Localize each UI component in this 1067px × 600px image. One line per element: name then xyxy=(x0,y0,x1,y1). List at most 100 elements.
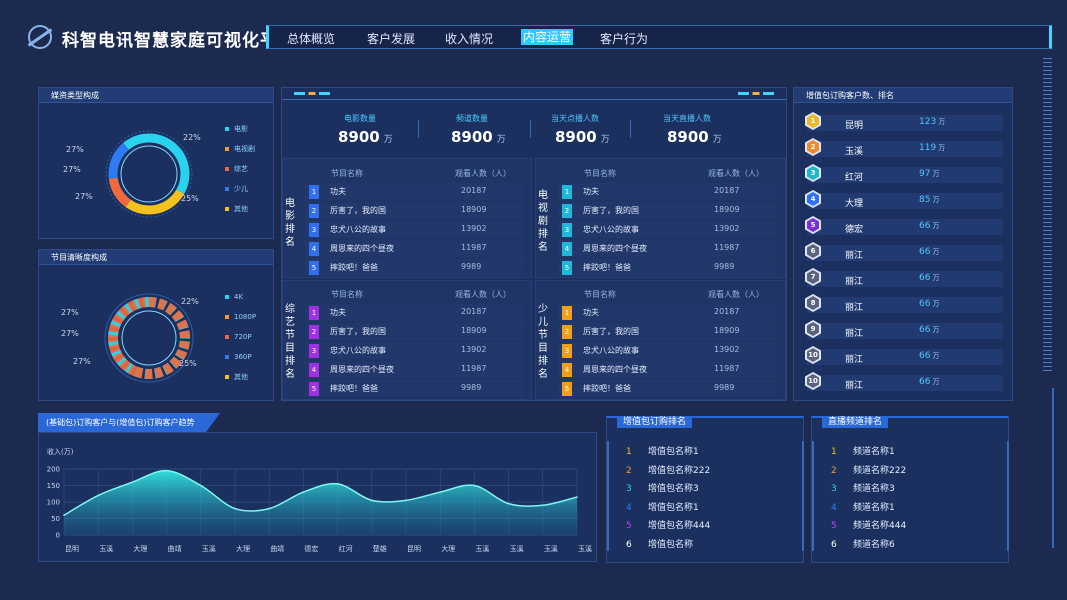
content-ranking-panel: 电影数量 8900 万 频道数量 8900 万 当天点播人数 8900 万 当天直播人… xyxy=(281,87,787,401)
table-row[interactable]: 5 摔跤吧！爸爸 9989 xyxy=(305,259,523,276)
variety-rank-block: 综艺节目排名 节目名称 观看人数（人） 1 功夫 20187 2 厉害了，我的国 189… xyxy=(282,280,532,400)
column-header: 观看人数（人） xyxy=(455,290,511,299)
legend-item: 少儿 xyxy=(225,184,248,194)
vip-rank-row[interactable]: 2 玉溪 119 万 xyxy=(805,138,1003,157)
legend-item: 其他 xyxy=(225,204,248,214)
nav-item-customer-behavior[interactable]: 客户行为 xyxy=(600,30,648,47)
panel-title: 增值包订购客户数、排名 xyxy=(794,88,1012,103)
list-item[interactable]: 5 增值包名称444 xyxy=(626,518,710,531)
table-row[interactable]: 3 忠犬八公的故事 13902 xyxy=(305,221,523,238)
vip-rank-row[interactable]: 6 丽江 66 万 xyxy=(805,242,1003,261)
subscriber-count: 66 万 xyxy=(919,273,940,283)
vip-rank-row[interactable]: 10 丽江 66 万 xyxy=(805,372,1003,391)
x-tick-label: 玉溪 xyxy=(578,544,592,553)
data-point xyxy=(268,507,270,510)
list-item[interactable]: 6 频道名称6 xyxy=(831,537,895,550)
list-item[interactable]: 5 频道名称444 xyxy=(831,518,906,531)
list-item[interactable]: 2 增值包名称222 xyxy=(626,463,710,476)
top-nav: 总体概览 客户发展 收入情况 内容运营 客户行为 xyxy=(266,25,1052,49)
rank-badge-icon: 5 xyxy=(805,216,821,234)
legend-item: 360P xyxy=(225,353,252,361)
nav-item-content-ops[interactable]: 内容运营 xyxy=(521,29,574,45)
list-item[interactable]: 3 频道名称3 xyxy=(831,481,895,494)
table-row[interactable]: 1 功夫 20187 xyxy=(558,183,776,200)
x-tick-label: 昆明 xyxy=(407,545,421,553)
vip-rank-row[interactable]: 5 德宏 66 万 xyxy=(805,216,1003,235)
vip-rank-row[interactable]: 7 丽江 66 万 xyxy=(805,268,1003,287)
column-header: 观看人数（人） xyxy=(455,169,511,178)
kpi-label: 当天点播人数 xyxy=(551,114,599,123)
vip-rank-row[interactable]: 4 大理 85 万 xyxy=(805,190,1003,209)
x-tick-label: 玉溪 xyxy=(510,544,524,553)
panel-title: 直播频道排名 xyxy=(822,416,889,428)
trend-area-chart: 0 50 100 150 200 昆明 玉溪 大理 曲靖 玉溪 大理 曲靖 德宏 红河 楚雄 昆明 大理 玉溪 玉溪… xyxy=(47,466,592,554)
table-row[interactable]: 2 厉害了，我的国 18909 xyxy=(558,323,776,340)
kpi-value: 8900 万 xyxy=(338,128,393,146)
subscriber-count: 66 万 xyxy=(919,351,940,361)
table-row[interactable]: 3 忠犬八公的故事 13902 xyxy=(558,342,776,359)
table-row[interactable]: 3 忠犬八公的故事 13902 xyxy=(558,221,776,238)
column-header: 节目名称 xyxy=(331,290,363,299)
data-point xyxy=(97,494,99,497)
nav-item-customer-growth[interactable]: 客户发展 xyxy=(367,30,415,47)
table-row[interactable]: 1 功夫 20187 xyxy=(305,304,523,321)
city-name: 玉溪 xyxy=(845,147,864,157)
data-point xyxy=(473,484,476,487)
table-row[interactable]: 3 忠犬八公的故事 13902 xyxy=(305,342,523,359)
column-header: 节目名称 xyxy=(331,169,363,178)
data-point xyxy=(63,514,65,516)
city-name: 丽江 xyxy=(845,329,864,339)
table-row[interactable]: 4 周恩来的四个昼夜 11987 xyxy=(305,361,523,378)
legend-item: 电视剧 xyxy=(225,144,255,154)
platform-logo-icon xyxy=(28,25,52,49)
table-row[interactable]: 4 周恩来的四个昼夜 11987 xyxy=(558,361,776,378)
table-row[interactable]: 1 功夫 20187 xyxy=(305,183,523,200)
table-row[interactable]: 5 摔跤吧！爸爸 9989 xyxy=(305,380,523,397)
data-point xyxy=(576,496,578,498)
table-row[interactable]: 2 厉害了，我的国 18909 xyxy=(305,323,523,340)
resolution-panel: 节目清晰度构成 22% 27% 27% 27% 25% 4K 1080P 720… xyxy=(38,249,274,401)
list-item[interactable]: 4 频道名称1 xyxy=(831,500,895,513)
city-name: 德宏 xyxy=(845,225,864,235)
subscriber-count: 66 万 xyxy=(919,299,940,309)
subscriber-count: 123 万 xyxy=(919,117,946,127)
city-name: 丽江 xyxy=(845,251,864,261)
vip-rank-row[interactable]: 10 丽江 66 万 xyxy=(805,346,1003,365)
data-point xyxy=(234,507,236,510)
list-item[interactable]: 6 增值包名称 xyxy=(626,537,693,550)
y-tick-label: 50 xyxy=(51,515,60,523)
table-row[interactable]: 2 厉害了，我的国 18909 xyxy=(558,202,776,219)
list-item[interactable]: 4 增值包名称1 xyxy=(626,500,699,513)
table-row[interactable]: 4 周恩来的四个昼夜 11987 xyxy=(305,240,523,257)
legend-item: 720P xyxy=(225,333,252,341)
table-row[interactable]: 4 周恩来的四个昼夜 11987 xyxy=(558,240,776,257)
kpi-label: 电影数量 xyxy=(344,114,376,123)
vip-rank-row[interactable]: 9 丽江 66 万 xyxy=(805,320,1003,339)
list-item[interactable]: 1 增值包名称1 xyxy=(626,444,699,457)
panel-title: 媒资类型构成 xyxy=(39,88,273,103)
panel-title: 节目清晰度构成 xyxy=(39,250,273,265)
list-item[interactable]: 1 频道名称1 xyxy=(831,444,895,457)
list-item[interactable]: 2 频道名称222 xyxy=(831,463,906,476)
city-name: 昆明 xyxy=(845,121,864,131)
table-row[interactable]: 2 厉害了，我的国 18909 xyxy=(305,202,523,219)
table-row[interactable]: 5 摔跤吧！爸爸 9989 xyxy=(558,380,776,397)
vip-rank-row[interactable]: 8 丽江 66 万 xyxy=(805,294,1003,313)
block-label: 综艺节目排名 xyxy=(285,304,295,380)
app-title: 科智电讯智慧家庭可视化平台 xyxy=(62,31,296,51)
city-name: 丽江 xyxy=(845,381,864,391)
vertical-scrollbar[interactable] xyxy=(1043,58,1052,372)
kpi-value: 8900 万 xyxy=(667,128,722,146)
y-tick-label: 0 xyxy=(56,532,60,540)
table-row[interactable]: 5 摔跤吧！爸爸 9989 xyxy=(558,259,776,276)
block-label: 电视剧排名 xyxy=(538,190,548,253)
vip-rank-row[interactable]: 3 红河 97 万 xyxy=(805,164,1003,183)
data-point xyxy=(507,502,510,505)
table-row[interactable]: 1 功夫 20187 xyxy=(558,304,776,321)
nav-item-revenue[interactable]: 收入情况 xyxy=(445,30,493,47)
nav-item-overview[interactable]: 总体概览 xyxy=(287,30,335,47)
list-item[interactable]: 3 增值包名称3 xyxy=(626,481,699,494)
data-point xyxy=(405,499,407,502)
vip-rank-row[interactable]: 1 昆明 123 万 xyxy=(805,112,1003,131)
percent-label: 27% xyxy=(66,145,84,154)
